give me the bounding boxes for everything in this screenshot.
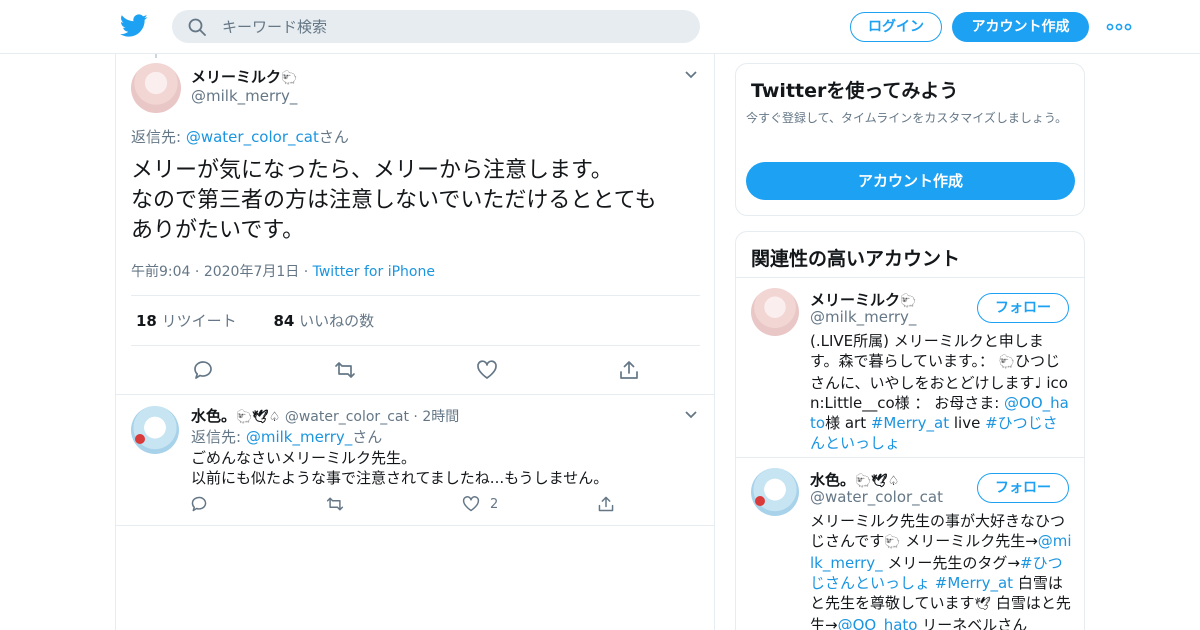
bio-hashtag-link[interactable]: #Merry_at — [871, 414, 949, 432]
signup-card-title: Twitterを使ってみよう — [751, 80, 959, 102]
follow-button[interactable]: フォロー — [977, 473, 1069, 503]
retweet-icon[interactable] — [326, 495, 344, 513]
reply-tweet-header: 水色。🐑🕊♤ @water_color_cat · 2時間 — [191, 407, 460, 425]
login-button[interactable]: ログイン — [850, 12, 942, 42]
tweet-metadata: 午前9:04 · 2020年7月1日 · Twitter for iPhone — [131, 264, 435, 280]
bio-mention-link[interactable]: @OO_hato — [838, 616, 918, 630]
reply-icon[interactable] — [190, 495, 208, 513]
tweet-date[interactable]: 2020年7月1日 — [204, 264, 299, 280]
reply-to-link[interactable]: @milk_merry_ — [246, 428, 352, 446]
avatar[interactable] — [751, 468, 799, 516]
reply-to-line: 返信先: @water_color_catさん — [131, 128, 349, 146]
related-account-item[interactable]: 水色。🐑🕊♤ @water_color_cat フォロー メリーミルク先生の事が… — [736, 457, 1084, 630]
sheep-dove-spade-emoji-icon: 🐑🕊♤ — [855, 474, 900, 489]
chevron-down-icon[interactable] — [684, 410, 698, 420]
account-handle[interactable]: @water_color_cat — [810, 488, 943, 506]
signup-card-button[interactable]: アカウント作成 — [746, 162, 1075, 200]
reply-author-handle[interactable]: @water_color_cat — [285, 409, 409, 425]
account-bio: メリーミルク先生の事が大好きなひつじさんです🐑 メリーミルク先生→@milk_m… — [810, 511, 1072, 630]
like-icon[interactable] — [462, 495, 480, 513]
sheep-emoji-icon: 🐑 — [998, 355, 1016, 370]
account-name[interactable]: 水色。🐑🕊♤ — [810, 469, 899, 490]
signup-button[interactable]: アカウント作成 — [952, 12, 1089, 42]
twitter-bird-logo-icon[interactable] — [120, 13, 148, 39]
tweet-time[interactable]: 午前9:04 — [131, 264, 190, 280]
related-account-item[interactable]: メリーミルク🐑 @milk_merry_ フォロー (.LIVE所属) メリーミ… — [736, 277, 1084, 457]
sheep-dove-spade-emoji-icon: 🐑🕊♤ — [236, 410, 281, 425]
search-input[interactable] — [222, 10, 682, 43]
divider — [116, 394, 714, 395]
main-tweet-column: メリーミルク🐑 @milk_merry_ 返信先: @water_color_c… — [115, 54, 715, 630]
retweet-stat[interactable]: 18 リツイート — [136, 312, 253, 330]
more-menu-icon[interactable] — [1106, 18, 1132, 36]
search-box[interactable] — [172, 10, 700, 43]
chevron-down-icon[interactable] — [684, 70, 698, 80]
avatar[interactable] — [751, 288, 799, 336]
related-accounts-title: 関連性の高いアカウント — [751, 248, 961, 270]
follow-button[interactable]: フォロー — [977, 293, 1069, 323]
search-icon — [188, 18, 206, 36]
reply-icon[interactable] — [192, 359, 214, 381]
divider — [131, 295, 700, 296]
reply-to-link[interactable]: @water_color_cat — [186, 128, 319, 146]
likes-stat[interactable]: 84 いいねの数 — [273, 312, 390, 330]
reply-tweet-text: ごめんなさいメリーミルク先生。 以前にも似たような事で注意されてましたね...も… — [191, 449, 609, 487]
divider — [131, 345, 700, 346]
share-icon[interactable] — [618, 359, 640, 381]
reply-like-count: 2 — [490, 497, 499, 512]
account-name[interactable]: メリーミルク🐑 — [810, 289, 916, 310]
tweet-author-name[interactable]: メリーミルク🐑 — [191, 66, 297, 87]
avatar[interactable] — [131, 406, 179, 454]
account-bio: (.LIVE所属) メリーミルクと申します。森で暮らしています。： 🐑ひつじさん… — [810, 332, 1069, 452]
tweet-text: メリーが気になったら、メリーから注意します。 なので第三者の方は注意しないでいた… — [131, 158, 657, 243]
sheep-emoji-icon: 🐑 — [884, 535, 901, 550]
reply-to-line: 返信先: @milk_merry_さん — [191, 428, 383, 446]
sheep-emoji-icon: 🐑 — [900, 294, 917, 309]
reply-author-name[interactable]: 水色。🐑🕊♤ — [191, 407, 280, 425]
signup-card: Twitterを使ってみよう 今すぐ登録して、タイムラインをカスタマイズしましょ… — [735, 63, 1085, 216]
retweet-icon[interactable] — [334, 359, 356, 381]
tweet-source-link[interactable]: Twitter for iPhone — [313, 264, 435, 280]
signup-card-description: 今すぐ登録して、タイムラインをカスタマイズしましょう。 — [746, 111, 1068, 125]
related-accounts-card: 関連性の高いアカウント メリーミルク🐑 @milk_merry_ フォロー (.… — [735, 231, 1085, 630]
account-handle[interactable]: @milk_merry_ — [810, 308, 916, 326]
top-nav-bar: ログイン アカウント作成 — [0, 0, 1200, 54]
dove-emoji-icon: 🕊 — [974, 597, 992, 612]
tweet-stats: 18 リツイート 84 いいねの数 — [136, 310, 406, 331]
thread-connector — [155, 54, 157, 58]
sheep-emoji-icon: 🐑 — [281, 71, 298, 86]
bio-hashtag-link[interactable]: #Merry_at — [935, 574, 1013, 592]
reply-tweet-time[interactable]: 2時間 — [422, 409, 459, 425]
avatar[interactable] — [131, 63, 181, 113]
tweet-author-handle[interactable]: @milk_merry_ — [191, 87, 297, 105]
divider — [116, 525, 714, 526]
share-icon[interactable] — [597, 495, 615, 513]
like-icon[interactable] — [476, 359, 498, 381]
